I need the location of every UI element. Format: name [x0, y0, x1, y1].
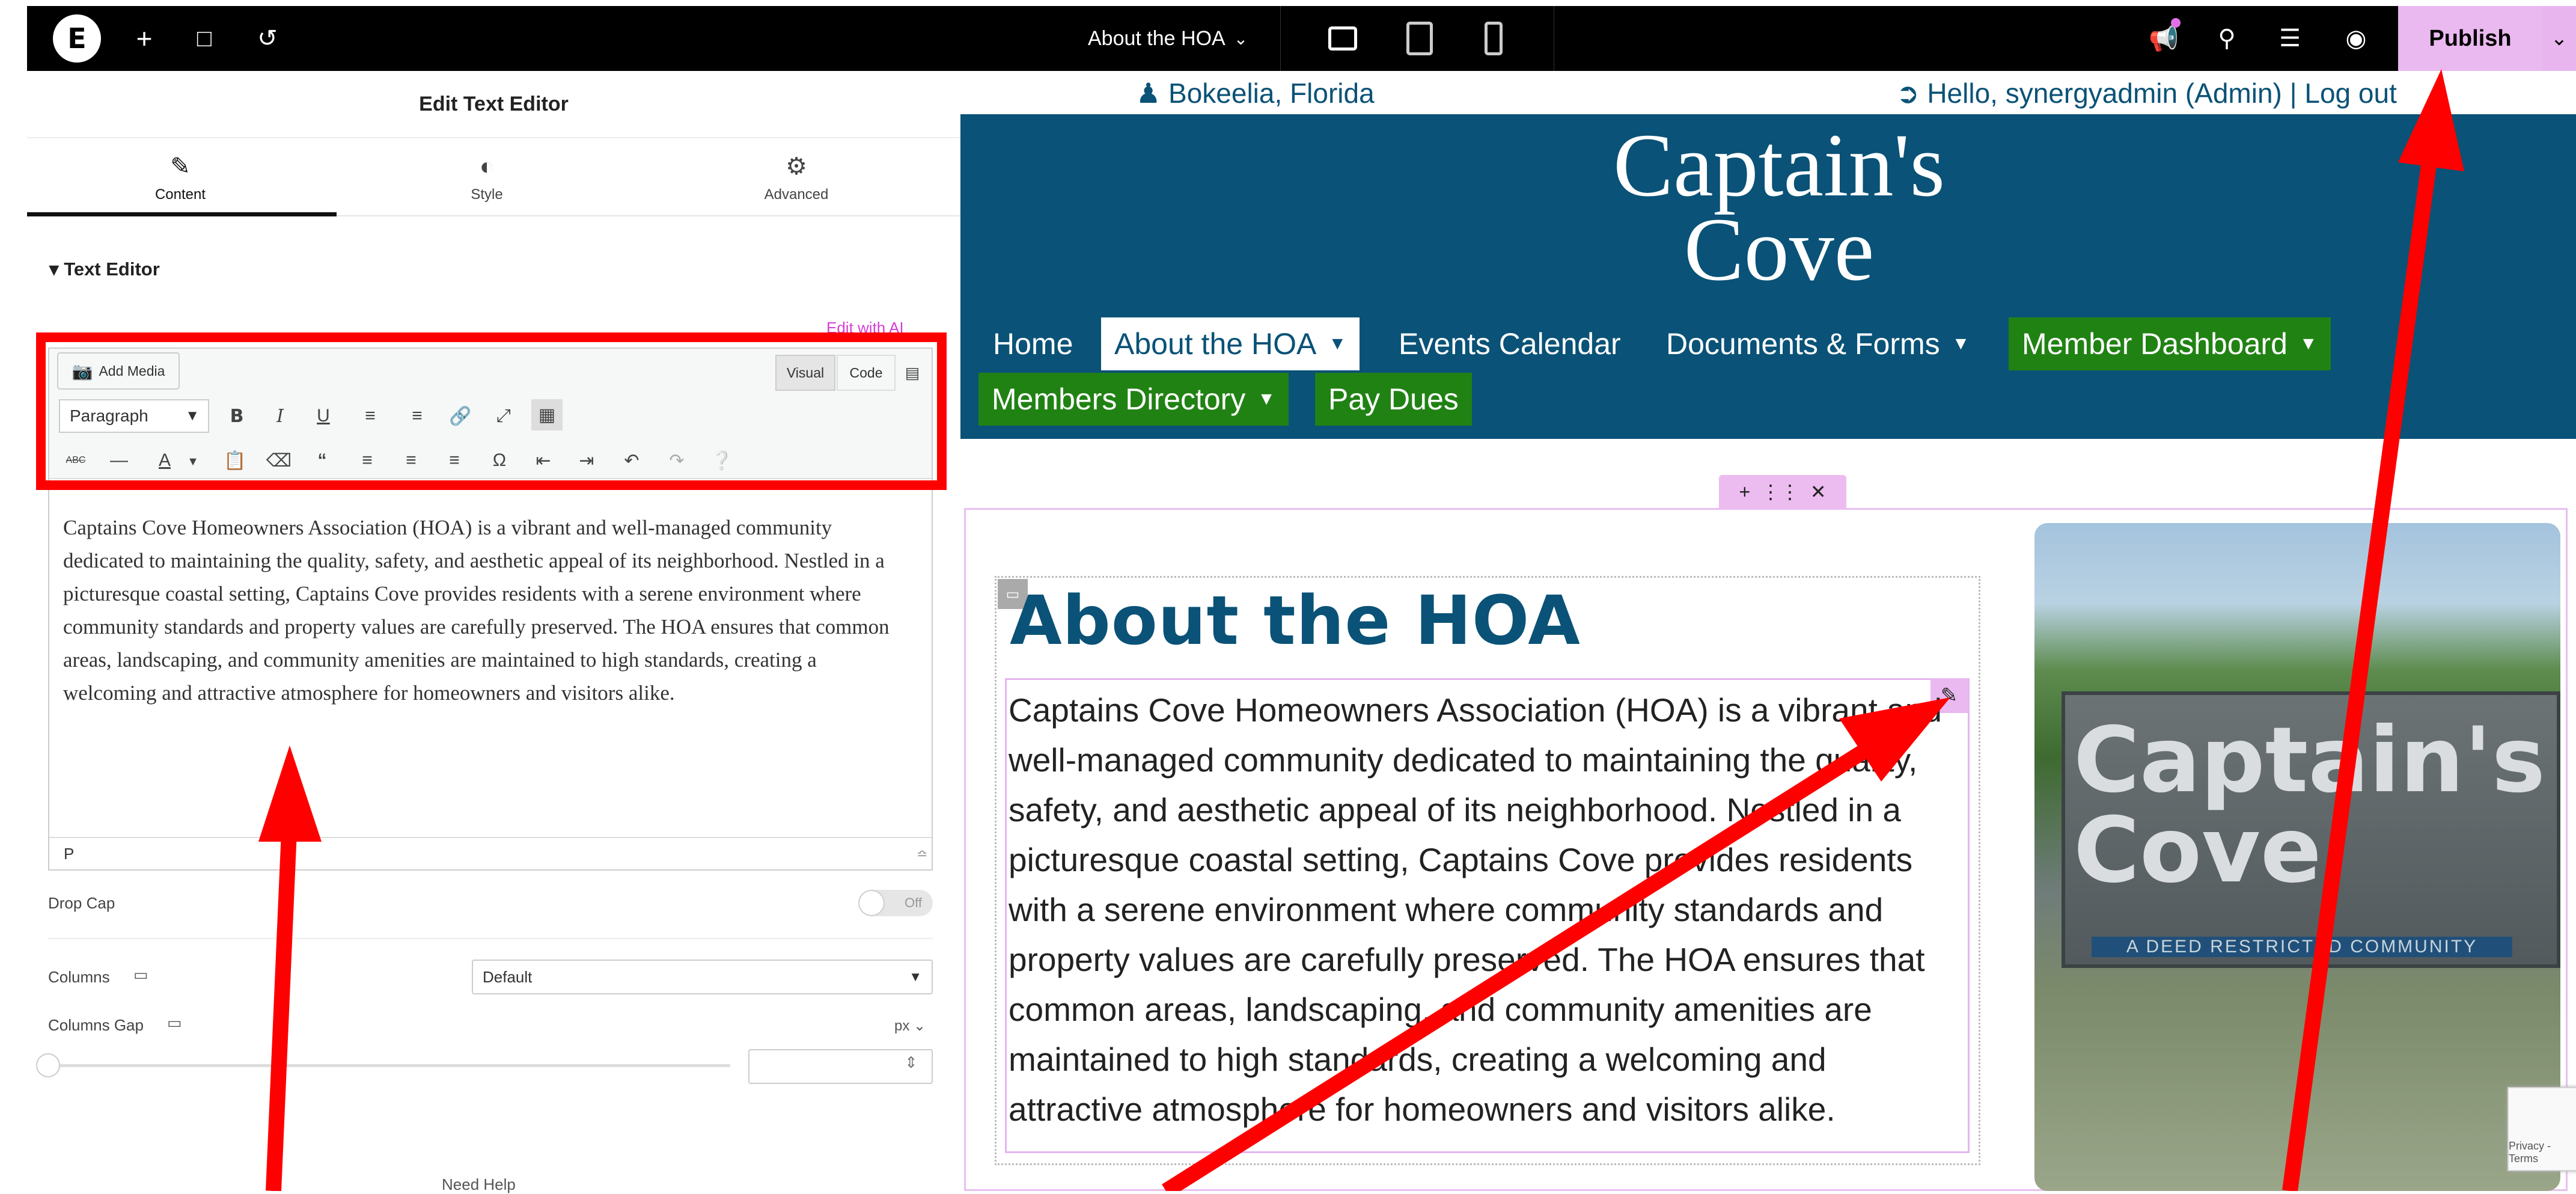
arrow-head: [258, 745, 322, 842]
arrow-to-widget: [1162, 730, 1891, 1191]
arrow-head: [1839, 697, 1950, 782]
annotation-arrows: [258, 69, 2464, 1191]
arrow-to-publish: [2282, 146, 2439, 1191]
arrow-to-editor: [266, 817, 298, 1191]
arrow-head: [2398, 69, 2464, 171]
